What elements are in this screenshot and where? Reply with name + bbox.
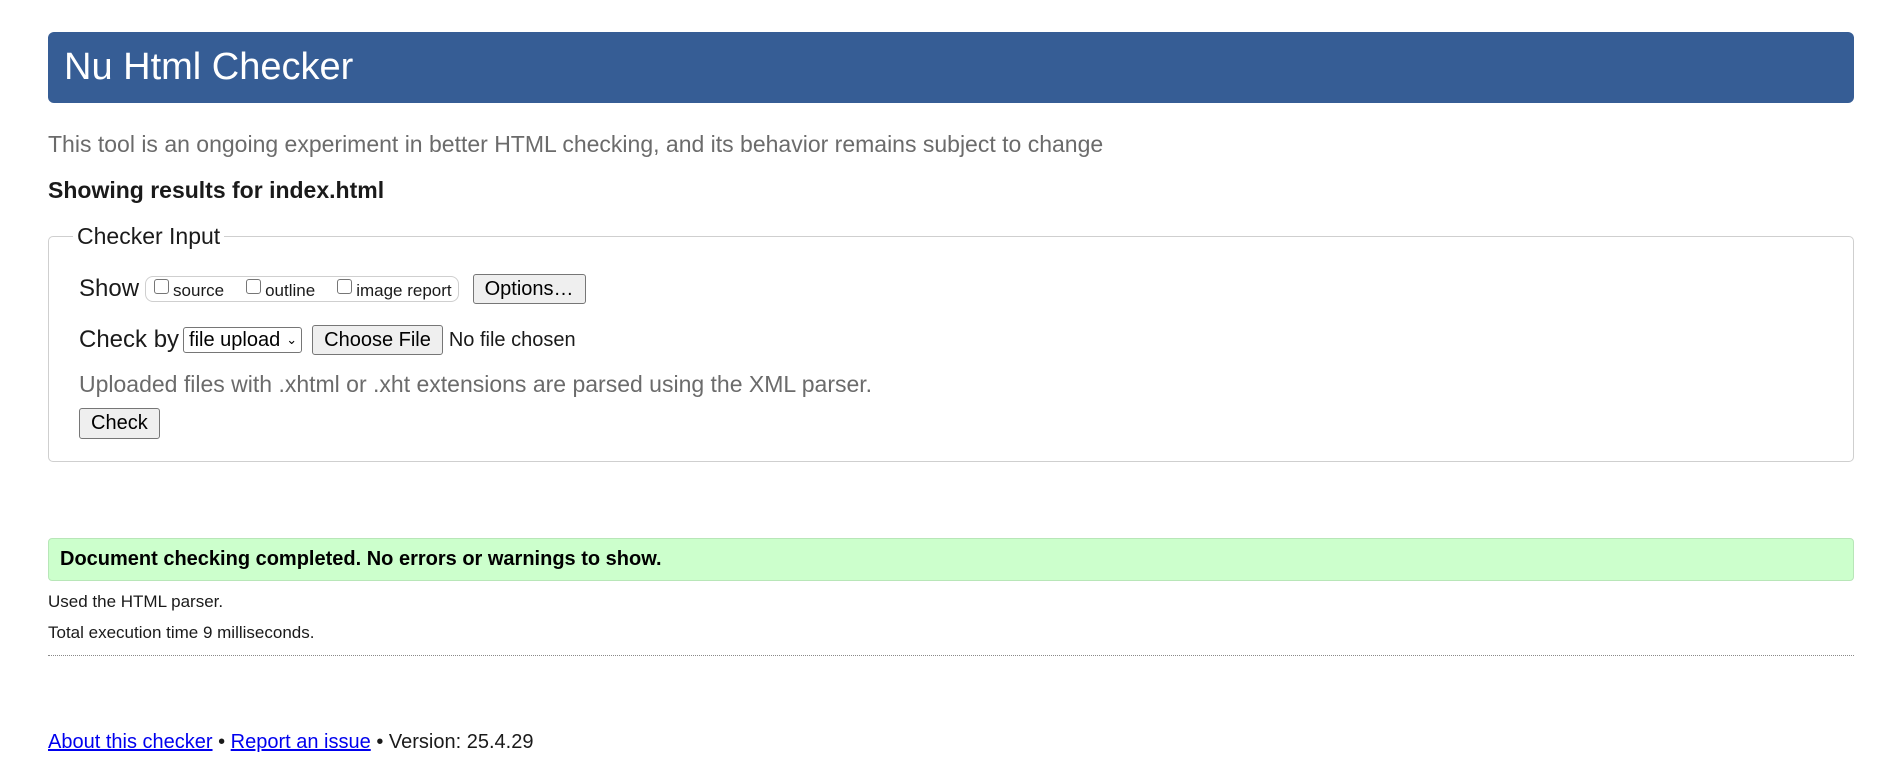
options-button[interactable]: Options… [472,274,586,304]
outline-checkbox-label: outline [265,281,316,300]
footer-separator: • [376,731,384,753]
check-by-selected-value: file upload [189,328,281,351]
source-checkbox[interactable] [154,278,170,294]
xml-parser-hint: Uploaded files with .xhtml or .xht exten… [79,371,873,397]
page: Nu Html Checker This tool is an ongoing … [0,0,1885,777]
checker-input-legend: Checker Input [73,222,225,250]
showing-results-heading: Showing results for index.html [48,177,385,203]
dotted-divider [48,655,1854,656]
about-checker-link[interactable]: About this checker [48,731,213,753]
page-title: Nu Html Checker [64,46,354,88]
version-text: Version: 25.4.29 [388,731,534,753]
choose-file-button[interactable]: Choose File [312,325,443,355]
checker-input-fieldset: Checker Input Show source outline image … [48,222,1854,462]
header-banner: Nu Html Checker [48,32,1854,103]
show-image-report-option[interactable]: image report [337,278,452,300]
no-file-chosen-text: No file chosen [448,328,576,351]
parser-note: Used the HTML parser. [48,592,224,611]
show-outline-option[interactable]: outline [246,278,316,300]
source-checkbox-label: source [173,281,225,300]
outline-checkbox[interactable] [246,278,262,294]
check-by-label: Check by [79,326,180,353]
footer-separator: • [218,731,226,753]
image-report-checkbox[interactable] [337,278,353,294]
show-label: Show [79,275,140,302]
report-issue-link[interactable]: Report an issue [231,731,371,753]
footer: About this checker • Report an issue • V… [48,729,533,755]
check-by-select[interactable]: file upload ⌄ [183,327,303,353]
show-checkbox-group: source outline image report [145,276,459,302]
tagline: This tool is an ongoing experiment in be… [48,131,1104,157]
show-options-row: Show source outline image report Options… [79,273,586,305]
check-button[interactable]: Check [79,408,160,439]
show-source-option[interactable]: source [154,278,225,300]
execution-time: Total execution time 9 milliseconds. [48,623,315,642]
check-by-row: Check by file upload ⌄ Choose File No fi… [79,324,576,356]
image-report-checkbox-label: image report [356,281,452,300]
chevron-down-icon: ⌄ [286,332,298,347]
success-message: Document checking completed. No errors o… [48,538,1854,581]
